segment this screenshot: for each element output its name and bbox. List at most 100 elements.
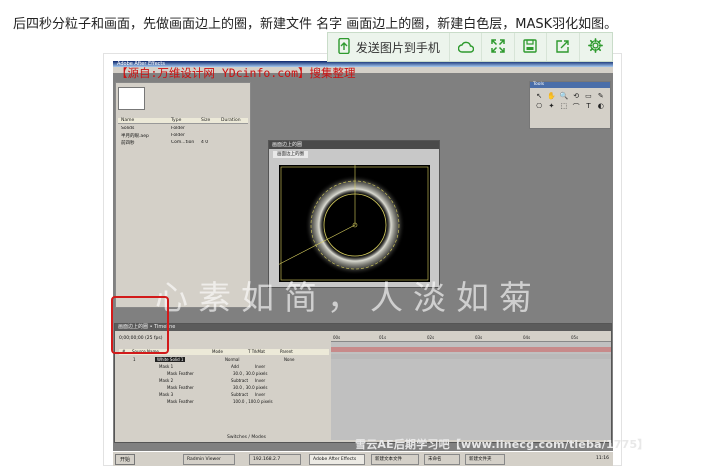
project-thumbnail <box>118 87 145 110</box>
phone-send-icon <box>337 37 351 57</box>
rectangle-tool-icon: ▭ <box>585 92 592 100</box>
mask-inverted[interactable]: Inver <box>255 392 265 397</box>
project-row-name: Solids <box>121 126 135 131</box>
layer-property-bar <box>331 354 611 359</box>
project-col-size: Size <box>201 118 211 123</box>
project-col-type: Type <box>171 118 182 123</box>
windows-taskbar: 开始 Radmin Viewer 192.168.2.7 Adobe After… <box>113 451 613 466</box>
image-toolbar: 发送图片到手机 <box>327 32 613 62</box>
timeline-row: Mask 2 Subtract Inver <box>119 378 329 384</box>
camera-tool-icon: ⎔ <box>536 102 543 110</box>
start-button[interactable]: 开始 <box>115 454 136 465</box>
eraser-tool-icon: ◐ <box>597 102 604 110</box>
project-row-type: Folder <box>171 126 185 131</box>
source-credit: 【源自:万维设计网 YDcinfo.com】搜集整理 <box>116 66 356 80</box>
project-row-type: Com...tion <box>171 140 195 145</box>
share-button[interactable] <box>547 33 580 61</box>
mask-name: Mask 3 <box>159 392 174 397</box>
masked-ring-preview <box>279 165 429 281</box>
save-image-button[interactable] <box>515 33 548 61</box>
pan-behind-tool-icon: ⬚ <box>560 102 568 110</box>
taskbar-item[interactable]: Radmin Viewer <box>183 454 235 465</box>
cloud-save-button[interactable] <box>450 33 483 61</box>
tools-palette: Tools ↖ ✋ 🔍 ⟲ ▭ ✎ ⎔ ✦ ⬚ ⌒ T ◐ <box>529 81 611 129</box>
timeline-row: Mask 1 Add Inver <box>119 364 329 370</box>
project-row-name: 半月的眼.aep <box>121 134 149 139</box>
ruler-tick: 04s <box>523 335 531 340</box>
send-to-phone-button[interactable]: 发送图片到手机 <box>328 33 450 61</box>
project-row: 半月的眼.aep Folder <box>118 133 248 139</box>
timeline-track-area[interactable]: 00s 01s 02s 03s 04s 05s <box>331 334 611 440</box>
mask-feather-label: Mask Feather <box>167 385 194 390</box>
taskbar-clock: 11:16 <box>596 456 609 461</box>
promo-banner: 雪云AE后期学习吧【www.linecg.com/tieba/1775】 <box>355 438 649 451</box>
cloud-icon <box>457 38 474 57</box>
timeline-row: 1 White Solid 1 Normal None <box>119 357 329 363</box>
save-icon <box>523 38 538 57</box>
layer-number: 1 <box>133 357 136 362</box>
timeline-row: Mask 3 Subtract Inver <box>119 392 329 398</box>
rotate-tool-icon: ⟲ <box>573 92 580 100</box>
project-row: 前四秒 Com...tion 4 0 <box>118 140 248 146</box>
mask-feather-value[interactable]: 30.0 , 30.0 pixels <box>233 371 267 376</box>
taskbar-item[interactable]: Adobe After Effects <box>309 454 365 465</box>
layer-mode[interactable]: Normal <box>225 357 239 362</box>
mask-name: Mask 1 <box>159 364 174 369</box>
composition-title: 画面边上的圈 <box>269 141 439 149</box>
text-tool-icon: T <box>586 102 591 110</box>
ruler-tick: 01s <box>379 335 387 340</box>
mask-mode[interactable]: Add <box>231 364 239 369</box>
timeline-col-trkmat: T TrkMat <box>248 349 266 354</box>
timeline-row: Mask Feather 30.0 , 30.0 pixels <box>119 371 329 377</box>
pen-tool-icon: ✎ <box>597 92 604 100</box>
mask-inverted[interactable]: Inver <box>255 378 265 383</box>
brush-tool-icon: ✦ <box>548 102 555 110</box>
project-column-headers: Name Type Size Duration <box>118 118 248 124</box>
ruler-tick: 05s <box>571 335 579 340</box>
timeline-ruler: 00s 01s 02s 03s 04s 05s <box>331 334 611 342</box>
mask-name: Mask 2 <box>159 378 174 383</box>
project-row-type: Folder <box>171 133 185 138</box>
layer-parent[interactable]: None <box>284 357 294 362</box>
taskbar-item[interactable]: 新建文本文件 <box>371 454 419 465</box>
project-row: Solids Folder <box>118 126 248 132</box>
timeline-title: 画面边上的圈 • Timeline <box>115 324 611 331</box>
ruler-tick: 00s <box>333 335 341 340</box>
timeline-row: Mask Feather 100.0 , 100.0 pixels <box>119 399 329 405</box>
ae-screenshot: Adobe After Effects 【源自:万维设计网 YDcinfo.co… <box>113 61 613 466</box>
mask-feather-label: Mask Feather <box>167 399 194 404</box>
layer-duration-bar[interactable] <box>331 347 611 352</box>
composition-window: 画面边上的圈 画面边上的圈 <box>268 140 440 288</box>
send-to-phone-label: 发送图片到手机 <box>355 40 440 55</box>
hand-tool-icon: ✋ <box>547 92 556 100</box>
project-row-size: 4 0 <box>201 140 209 145</box>
taskbar-item[interactable]: 未命名 <box>424 454 460 465</box>
settings-icon <box>588 37 604 57</box>
mask-feather-value[interactable]: 100.0 , 100.0 pixels <box>233 399 273 404</box>
composition-tab: 画面边上的圈 <box>273 151 308 158</box>
ruler-tick: 02s <box>427 335 435 340</box>
selection-tool-icon: ↖ <box>536 92 543 100</box>
mask-feather-label: Mask Feather <box>167 371 194 376</box>
settings-button[interactable] <box>580 33 612 61</box>
post-caption: 后四秒分粒子和画面，先做画面边上的圈，新建文件 名字 画面边上的圈，新建白色层，… <box>13 17 618 32</box>
zoom-tool-icon: 🔍 <box>559 92 569 100</box>
switches-modes-toggle[interactable]: Switches / Modes <box>227 435 266 440</box>
layer-name[interactable]: White Solid 1 <box>155 357 186 362</box>
taskbar-item[interactable]: 192.168.2.7 <box>249 454 301 465</box>
ruler-tick: 03s <box>475 335 483 340</box>
mask-mode[interactable]: Subtract <box>231 378 248 383</box>
project-col-duration: Duration <box>221 118 241 123</box>
mask-feather-highlight <box>111 296 169 354</box>
timeline-col-mode: Mode <box>212 349 223 354</box>
taskbar-item[interactable]: 新建文件夹 <box>465 454 505 465</box>
share-icon <box>556 38 570 57</box>
project-col-name: Name <box>121 118 135 123</box>
fullscreen-button[interactable] <box>482 33 515 61</box>
composition-viewer <box>279 165 430 282</box>
mask-feather-value[interactable]: 30.0 , 30.0 pixels <box>233 385 267 390</box>
mask-mode[interactable]: Subtract <box>231 392 248 397</box>
mask-inverted[interactable]: Inver <box>255 364 265 369</box>
fullscreen-icon <box>491 38 505 57</box>
image-watermark: 心素如简，人淡如菊 <box>155 278 542 317</box>
